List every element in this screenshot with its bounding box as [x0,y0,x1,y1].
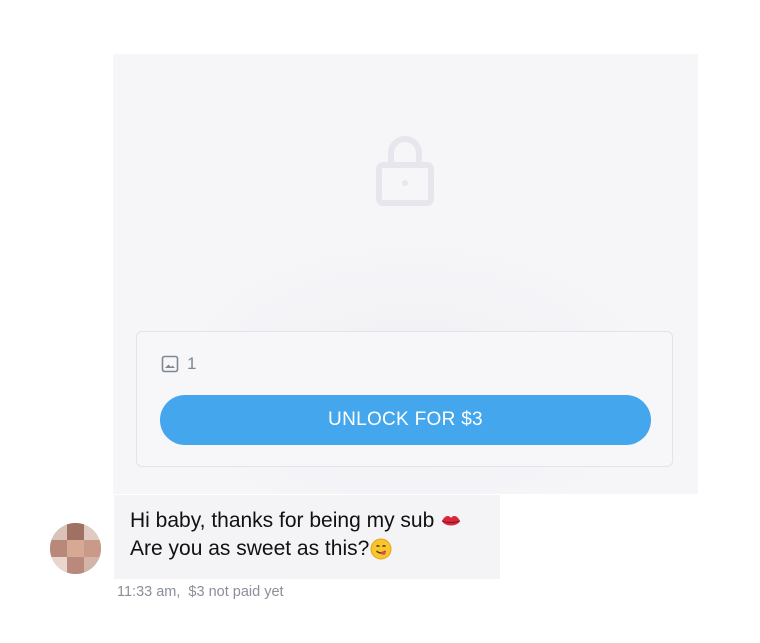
media-count-value: 1 [187,354,197,373]
unlock-panel: 1 UNLOCK FOR $3 [136,331,673,467]
avatar[interactable] [50,523,101,574]
message-time: 11:33 am, [117,584,181,600]
payment-status: $3 not paid yet [188,584,284,600]
image-icon [161,355,179,373]
chat-screen: 1 UNLOCK FOR $3 Hi baby, thanks for bein… [0,0,760,643]
message-line-1: Hi baby, thanks for being my sub [130,507,484,535]
kiss-lips-icon [442,516,461,526]
unlock-button[interactable]: UNLOCK FOR $3 [160,395,651,445]
message-meta: 11:33 am, $3 not paid yet [117,584,284,600]
media-count: 1 [161,354,196,374]
yum-face-icon [370,538,392,560]
message-bubble: Hi baby, thanks for being my sub Are you… [114,495,500,579]
message-text-1: Hi baby, thanks for being my sub [130,509,435,532]
lock-icon [376,136,434,206]
message-line-2: Are you as sweet as this? [130,535,484,563]
message-text-2: Are you as sweet as this? [130,537,370,560]
